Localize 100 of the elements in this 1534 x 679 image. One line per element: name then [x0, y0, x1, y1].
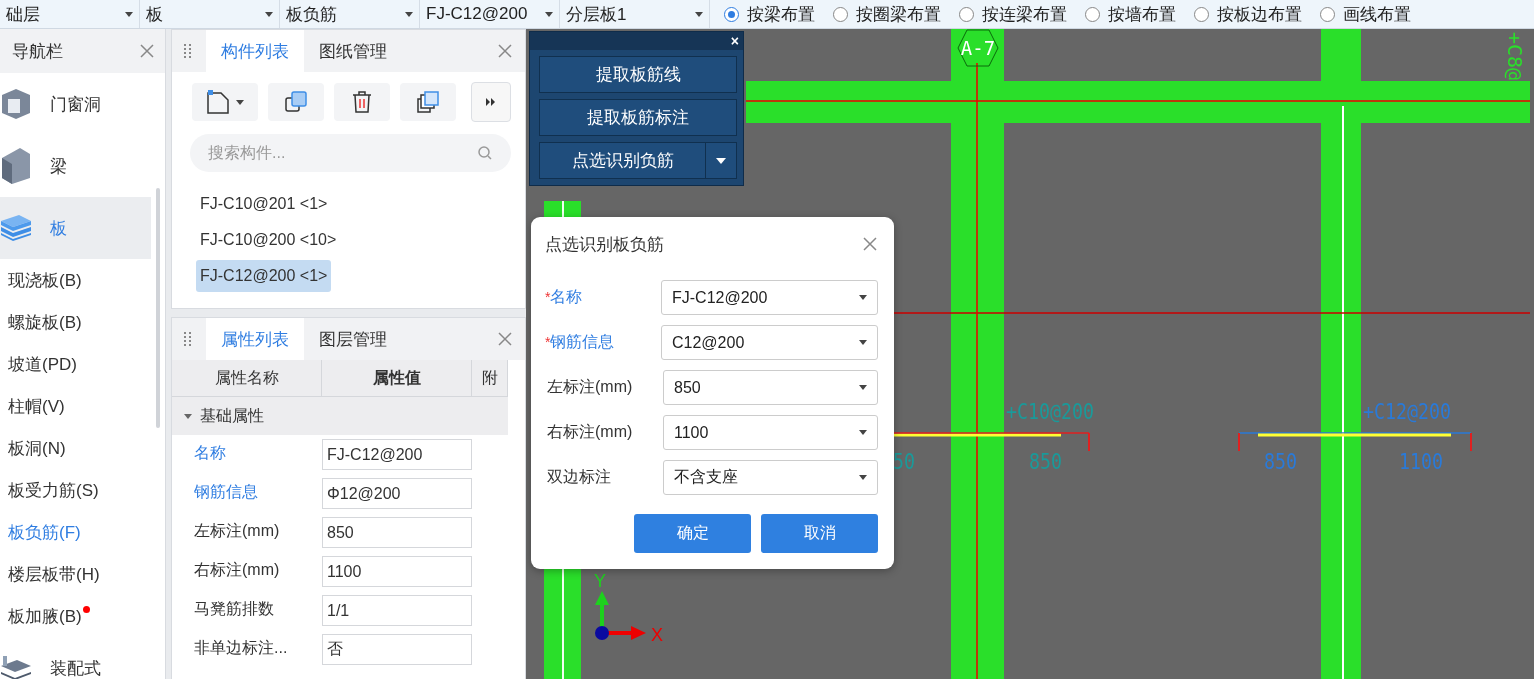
rebar-label: 850 — [1029, 449, 1069, 474]
tab[interactable]: 构件列表 — [206, 30, 304, 72]
component-item[interactable]: FJ-C10@201 <1> — [196, 188, 332, 220]
scrollbar[interactable] — [156, 188, 160, 428]
copy-layers-button[interactable] — [400, 83, 456, 121]
nav-item[interactable]: 板 — [0, 197, 151, 259]
rebar-label: 1100 — [1399, 449, 1452, 474]
nav-subitem[interactable]: 坡道(PD) — [0, 343, 151, 385]
tab[interactable]: 图层管理 — [304, 318, 402, 360]
radio-label: 按墙布置 — [1108, 3, 1176, 26]
trash-icon — [351, 90, 373, 114]
drag-handle-icon[interactable] — [184, 331, 192, 347]
dropdown-button[interactable] — [706, 142, 737, 179]
radio-option[interactable]: 按圈梁布置 — [833, 2, 941, 26]
field-label: *名称 — [545, 287, 584, 307]
dropdown[interactable]: 础层 — [0, 0, 140, 28]
radio-option[interactable]: 按墙布置 — [1085, 2, 1176, 26]
caret-icon — [125, 11, 133, 17]
drag-handle-icon[interactable] — [184, 43, 192, 59]
column-header: 属性值 — [322, 360, 472, 397]
caret-icon — [716, 157, 726, 164]
radio-button[interactable] — [959, 6, 974, 22]
radio-option[interactable]: 按梁布置 — [724, 2, 815, 26]
nav-subitem[interactable]: 板洞(N) — [0, 427, 151, 469]
radio-label: 画线布置 — [1343, 3, 1411, 26]
dropdown[interactable]: 板 — [140, 0, 280, 28]
dialog-button[interactable]: 确定 — [634, 514, 751, 553]
radio-option[interactable]: 按板边布置 — [1194, 2, 1302, 26]
nav-item[interactable]: 门窗洞 — [0, 73, 151, 135]
nav-subitem[interactable]: 楼层板带(H) — [0, 553, 151, 595]
new-button[interactable] — [192, 83, 258, 121]
nav-subitem[interactable]: 板加腋(B) — [0, 595, 151, 637]
rebar-label: +C12@200 — [1363, 399, 1469, 424]
search-icon — [477, 145, 493, 161]
nav-subitem[interactable]: 柱帽(V) — [0, 385, 151, 427]
grid-bubble: A-7 — [957, 29, 999, 67]
more-button[interactable] — [471, 82, 511, 122]
slab-stack-icon — [0, 215, 32, 241]
nav-subitem[interactable]: 板受力筋(S) — [0, 469, 151, 511]
nav-item[interactable]: 装配式 — [0, 637, 151, 679]
property-value-field[interactable]: 1100 — [322, 556, 472, 587]
tab[interactable]: 属性列表 — [206, 318, 304, 360]
close-icon[interactable] — [139, 43, 155, 59]
expand-triangle-icon[interactable] — [184, 413, 192, 419]
radio-button[interactable] — [724, 6, 739, 22]
dropdown-field[interactable]: 850 — [663, 370, 878, 405]
field-label: 左标注(mm) — [546, 377, 634, 397]
close-icon[interactable] — [497, 331, 513, 347]
radio-button[interactable] — [1320, 6, 1335, 22]
dropdown[interactable]: FJ-C12@200 — [420, 0, 560, 28]
stacked-squares-icon — [416, 90, 440, 114]
coordinate-axes-icon — [595, 591, 646, 640]
radio-button[interactable] — [1194, 6, 1209, 22]
tool-button[interactable]: 提取板筋线 — [539, 56, 737, 93]
caret-icon — [859, 385, 867, 390]
group-row[interactable]: 基础属性 — [172, 397, 508, 435]
delete-button[interactable] — [334, 83, 390, 121]
nav-subitem[interactable]: 板负筋(F) — [0, 511, 151, 553]
nav-subitem[interactable]: 现浇板(B) — [0, 259, 151, 301]
close-icon[interactable] — [497, 43, 513, 59]
close-button[interactable]: × — [730, 33, 739, 49]
tool-button[interactable]: 提取板筋标注 — [539, 99, 737, 136]
dropdown-field[interactable]: 1100 — [663, 415, 878, 450]
property-value-field[interactable]: 1/1 — [322, 595, 472, 626]
radio-option[interactable]: 按连梁布置 — [959, 2, 1067, 26]
dialog-title: 点选识别板负筋 — [545, 233, 664, 256]
component-item[interactable]: FJ-C10@200 <10> — [196, 224, 341, 256]
tool-button[interactable]: 点选识别负筋 — [539, 142, 706, 179]
property-name: 左标注(mm) — [193, 521, 281, 541]
component-item[interactable]: FJ-C12@200 <1> — [196, 260, 332, 292]
dropdown-field[interactable]: 不含支座 — [663, 460, 878, 495]
dropdown-field[interactable]: C12@200 — [661, 325, 878, 360]
caret-icon — [545, 11, 553, 17]
caret-icon — [265, 11, 273, 17]
axis-label: Y — [594, 571, 606, 591]
column-header: 属性名称 — [172, 360, 322, 397]
radio-option[interactable]: 画线布置 — [1320, 2, 1411, 26]
radio-button[interactable] — [1085, 6, 1100, 22]
property-value-field[interactable]: 否 — [322, 634, 472, 665]
nav-subitem[interactable]: 螺旋板(B) — [0, 301, 151, 343]
property-value-field[interactable]: Φ12@200 — [322, 478, 472, 509]
caret-icon — [859, 295, 867, 300]
property-value-field[interactable]: 850 — [322, 517, 472, 548]
group-label: 基础属性 — [200, 405, 264, 426]
field-label: 右标注(mm) — [546, 422, 634, 442]
dropdown[interactable]: 分层板1 — [560, 0, 710, 28]
double-chevron-icon — [486, 98, 496, 106]
radio-button[interactable] — [833, 6, 848, 22]
radio-label: 按圈梁布置 — [856, 3, 941, 26]
beam-icon — [0, 148, 32, 184]
axis-label: X — [651, 625, 663, 645]
drawing-canvas[interactable]: × 提取板筋线 提取板筋标注 点选识别负筋 点选识别板负筋 *名称 FJ-C12@200 *钢筋信息 C12@200 左标注(mm) 850 右标注(mm) 1100 双边标注 不含支座 确定 取消 A-7 +C8@ +C10@200 +C12@200 50 850 850 1100 Y X — [526, 29, 1534, 679]
dialog-button[interactable]: 取消 — [761, 514, 878, 553]
dropdown[interactable]: 板负筋 — [280, 0, 420, 28]
close-icon[interactable] — [862, 236, 878, 252]
dropdown-field[interactable]: FJ-C12@200 — [661, 280, 878, 315]
tab[interactable]: 图纸管理 — [304, 30, 402, 72]
copy-button[interactable] — [268, 83, 324, 121]
nav-item[interactable]: 梁 — [0, 135, 151, 197]
property-value-field[interactable]: FJ-C12@200 — [322, 439, 472, 470]
